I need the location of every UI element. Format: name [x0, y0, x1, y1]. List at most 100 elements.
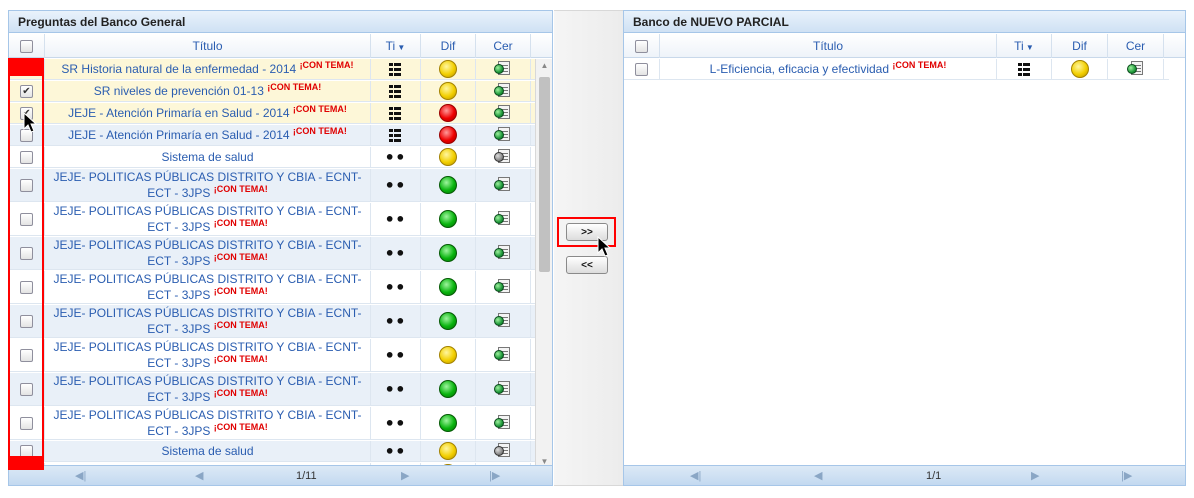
certificate-cell — [476, 441, 531, 461]
question-title-text: JEJE- POLITICAS PÚBLICAS DISTRITO Y CBIA… — [53, 306, 362, 336]
select-all-checkbox[interactable] — [635, 39, 648, 53]
difficulty-cell — [421, 305, 476, 337]
difficulty-red-icon — [439, 126, 457, 144]
column-header-tipo[interactable]: Ti ▼ — [371, 34, 421, 58]
question-title[interactable]: JEJE - Atención Primaría en Salud - 2014… — [45, 125, 371, 145]
certificate-cell — [476, 81, 531, 101]
question-title[interactable]: JEJE- POLITICAS PÚBLICAS DISTRITO Y CBIA… — [45, 271, 371, 303]
vertical-scrollbar[interactable]: ▲ ▼ — [535, 59, 552, 469]
question-type-cell: •• — [371, 373, 421, 405]
table-row[interactable]: SR Historia natural de la enfermedad - 2… — [9, 59, 536, 80]
certificate-icon[interactable] — [494, 347, 512, 363]
table-row[interactable]: JEJE- POLITICAS PÚBLICAS DISTRITO Y CBIA… — [9, 305, 536, 338]
column-header-tipo[interactable]: Ti ▼ — [997, 34, 1052, 58]
last-page-icon[interactable]: |▶ — [489, 466, 500, 486]
certificate-icon[interactable] — [494, 211, 512, 227]
question-title-text: JEJE- POLITICAS PÚBLICAS DISTRITO Y CBIA… — [53, 170, 362, 200]
certificate-icon[interactable] — [494, 443, 512, 459]
select-all-cell — [624, 34, 660, 58]
column-header-dif[interactable]: Dif — [1052, 34, 1108, 58]
question-title[interactable]: JEJE- POLITICAS PÚBLICAS DISTRITO Y CBIA… — [45, 169, 371, 201]
question-title[interactable]: JEJE- POLITICAS PÚBLICAS DISTRITO Y CBIA… — [45, 203, 371, 235]
question-type-cell — [997, 59, 1052, 79]
certificate-icon[interactable] — [494, 105, 512, 121]
table-row[interactable]: Sistema de salud •• — [9, 147, 536, 168]
con-tema-badge: ¡CON TEMA! — [213, 388, 268, 398]
table-row[interactable]: JEJE- POLITICAS PÚBLICAS DISTRITO Y CBIA… — [9, 169, 536, 202]
certificate-icon[interactable] — [494, 313, 512, 329]
question-title[interactable]: Sistema de salud — [45, 441, 371, 461]
question-title[interactable]: JEJE - Atención Primaría en Salud - 2014… — [45, 103, 371, 123]
certificate-cell — [476, 125, 531, 145]
question-title[interactable]: JEJE- POLITICAS PÚBLICAS DISTRITO Y CBIA… — [45, 237, 371, 269]
column-header-titulo[interactable]: Título — [45, 34, 371, 58]
multiple-choice-icon — [389, 84, 402, 98]
con-tema-badge: ¡CON TEMA! — [892, 60, 947, 70]
table-row[interactable]: JEJE- POLITICAS PÚBLICAS DISTRITO Y CBIA… — [9, 373, 536, 406]
row-checkbox[interactable] — [635, 62, 648, 76]
two-dots-icon: •• — [384, 311, 407, 331]
column-header-titulo[interactable]: Título — [660, 34, 997, 58]
table-row[interactable]: JEJE- POLITICAS PÚBLICAS DISTRITO Y CBIA… — [9, 407, 536, 440]
table-row[interactable]: JEJE - Atención Primaría en Salud - 2014… — [9, 103, 536, 124]
column-header-cer[interactable]: Cer — [1108, 34, 1164, 58]
difficulty-cell — [421, 339, 476, 371]
table-row[interactable]: JEJE- POLITICAS PÚBLICAS DISTRITO Y CBIA… — [9, 339, 536, 372]
nuevo-parcial-panel: Banco de NUEVO PARCIAL Título Ti ▼ Dif C… — [623, 10, 1186, 486]
prev-page-icon[interactable]: ◀ — [814, 466, 822, 486]
mouse-cursor-icon — [597, 236, 611, 257]
prev-page-icon[interactable]: ◀ — [195, 466, 203, 486]
table-row[interactable]: Sistema de salud •• — [9, 441, 536, 462]
certificate-icon[interactable] — [494, 177, 512, 193]
certificate-icon[interactable] — [494, 415, 512, 431]
question-title[interactable]: JEJE- POLITICAS PÚBLICAS DISTRITO Y CBIA… — [45, 373, 371, 405]
table-row[interactable]: JEJE- POLITICAS PÚBLICAS DISTRITO Y CBIA… — [9, 203, 536, 236]
table-row[interactable]: JEJE - Atención Primaría en Salud - 2014… — [9, 125, 536, 146]
con-tema-badge: ¡CON TEMA! — [213, 422, 268, 432]
question-title[interactable]: JEJE- POLITICAS PÚBLICAS DISTRITO Y CBIA… — [45, 305, 371, 337]
scroll-up-icon[interactable]: ▲ — [536, 59, 553, 73]
next-page-icon[interactable]: ▶ — [401, 466, 409, 486]
select-all-checkbox[interactable] — [20, 39, 33, 53]
con-tema-badge: ¡CON TEMA! — [213, 252, 268, 262]
question-title[interactable]: JEJE- POLITICAS PÚBLICAS DISTRITO Y CBIA… — [45, 407, 371, 439]
question-title[interactable]: SR Historia natural de la enfermedad - 2… — [45, 59, 371, 79]
column-header-dif[interactable]: Dif — [421, 34, 476, 58]
certificate-icon[interactable] — [494, 127, 512, 143]
question-type-cell: •• — [371, 339, 421, 371]
pager: ◀| ◀ 1/1 ▶ |▶ — [624, 465, 1185, 485]
difficulty-green-icon — [439, 312, 457, 330]
first-page-icon[interactable]: ◀| — [690, 466, 701, 486]
con-tema-badge: ¡CON TEMA! — [213, 286, 268, 296]
table-row[interactable]: SR niveles de prevención 01-13 ¡CON TEMA… — [9, 81, 536, 102]
next-page-icon[interactable]: ▶ — [1031, 466, 1039, 486]
difficulty-cell — [421, 373, 476, 405]
column-header-cer[interactable]: Cer — [476, 34, 531, 58]
table-row[interactable]: L-Eficiencia, eficacia y efectividad ¡CO… — [624, 59, 1169, 80]
multiple-choice-icon — [1017, 62, 1031, 76]
certificate-icon[interactable] — [494, 381, 512, 397]
panel-title: Preguntas del Banco General — [9, 11, 552, 33]
certificate-icon[interactable] — [494, 245, 512, 261]
difficulty-yellow-icon — [439, 82, 457, 100]
con-tema-badge: ¡CON TEMA! — [213, 218, 268, 228]
selected-questions-list: L-Eficiencia, eficacia y efectividad ¡CO… — [624, 59, 1169, 469]
first-page-icon[interactable]: ◀| — [75, 466, 86, 486]
certificate-icon[interactable] — [1126, 61, 1145, 77]
question-title[interactable]: JEJE- POLITICAS PÚBLICAS DISTRITO Y CBIA… — [45, 339, 371, 371]
certificate-icon[interactable] — [494, 279, 512, 295]
certificate-icon[interactable] — [494, 83, 512, 99]
remove-from-bank-button[interactable]: << — [566, 256, 608, 274]
question-title-text: JEJE - Atención Primaría en Salud - 2014 — [68, 106, 290, 120]
table-row[interactable]: JEJE- POLITICAS PÚBLICAS DISTRITO Y CBIA… — [9, 237, 536, 270]
certificate-icon[interactable] — [494, 61, 512, 77]
table-row[interactable]: JEJE- POLITICAS PÚBLICAS DISTRITO Y CBIA… — [9, 271, 536, 304]
question-title[interactable]: SR niveles de prevención 01-13 ¡CON TEMA… — [45, 81, 371, 101]
question-title[interactable]: Sistema de salud — [45, 147, 371, 167]
question-title[interactable]: L-Eficiencia, eficacia y efectividad ¡CO… — [660, 59, 997, 79]
certificate-cell — [476, 407, 531, 439]
question-type-cell: •• — [371, 203, 421, 235]
certificate-icon[interactable] — [494, 149, 512, 165]
scrollbar-thumb[interactable] — [539, 77, 550, 272]
last-page-icon[interactable]: |▶ — [1121, 466, 1132, 486]
